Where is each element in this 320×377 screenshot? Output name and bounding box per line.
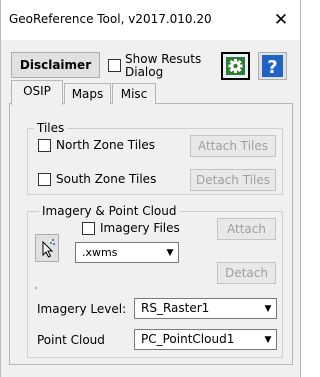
question-icon: ? [262, 55, 283, 78]
close-button[interactable]: ✕ [267, 6, 295, 34]
tiles-legend: Tiles [34, 121, 68, 135]
help-glyph: ? [267, 57, 277, 78]
detach-tiles-button[interactable]: Detach Tiles [190, 169, 276, 191]
title-bar: GeoReference Tool, v2017.010.20 ✕ [1, 0, 300, 40]
cursor-pick-button[interactable] [35, 287, 37, 289]
file-type-value: .xwms [82, 246, 118, 259]
chevron-down-icon: ▼ [166, 248, 174, 258]
point-cloud-label: Point Cloud [37, 333, 105, 347]
imagery-legend: Imagery & Point Cloud [39, 204, 180, 218]
tab-misc[interactable]: Misc [112, 83, 156, 104]
file-type-select[interactable]: .xwms ▼ [75, 242, 179, 263]
settings-button[interactable] [221, 52, 250, 80]
help-button[interactable]: ? [258, 52, 287, 80]
georeference-tool-window: GeoReference Tool, v2017.010.20 ✕ Discla… [0, 0, 301, 377]
imagery-level-label: Imagery Level: [37, 302, 127, 316]
window-title: GeoReference Tool, v2017.010.20 [9, 12, 212, 26]
imagery-files-label: Imagery Files [100, 221, 180, 235]
show-results-label: Show Resuts Dialog [125, 52, 202, 79]
tab-osip[interactable]: OSIP [11, 80, 63, 105]
point-cloud-value: PC_PointCloud1 [141, 332, 235, 346]
chevron-down-icon: ▼ [264, 335, 272, 345]
south-zone-label: South Zone Tiles [56, 172, 157, 186]
pick-point-button[interactable] [35, 234, 59, 262]
south-zone-checkbox[interactable] [38, 173, 51, 186]
attach-button[interactable]: Attach [217, 218, 276, 240]
detach-button[interactable]: Detach [217, 262, 276, 284]
cursor-pick-icon [42, 239, 55, 258]
gear-icon [226, 57, 245, 75]
north-zone-label: North Zone Tiles [56, 138, 156, 152]
disclaimer-button[interactable]: Disclaimer [11, 52, 100, 78]
attach-tiles-button[interactable]: Attach Tiles [190, 135, 276, 157]
north-zone-checkbox[interactable] [38, 139, 51, 152]
tab-maps[interactable]: Maps [64, 83, 111, 104]
show-results-checkbox[interactable] [108, 59, 121, 72]
chevron-down-icon: ▼ [264, 304, 272, 314]
imagery-level-value: RS_Raster1 [141, 301, 210, 315]
point-cloud-select[interactable]: PC_PointCloud1 ▼ [134, 329, 277, 350]
imagery-level-select[interactable]: RS_Raster1 ▼ [134, 298, 277, 319]
imagery-files-checkbox[interactable] [82, 222, 95, 235]
